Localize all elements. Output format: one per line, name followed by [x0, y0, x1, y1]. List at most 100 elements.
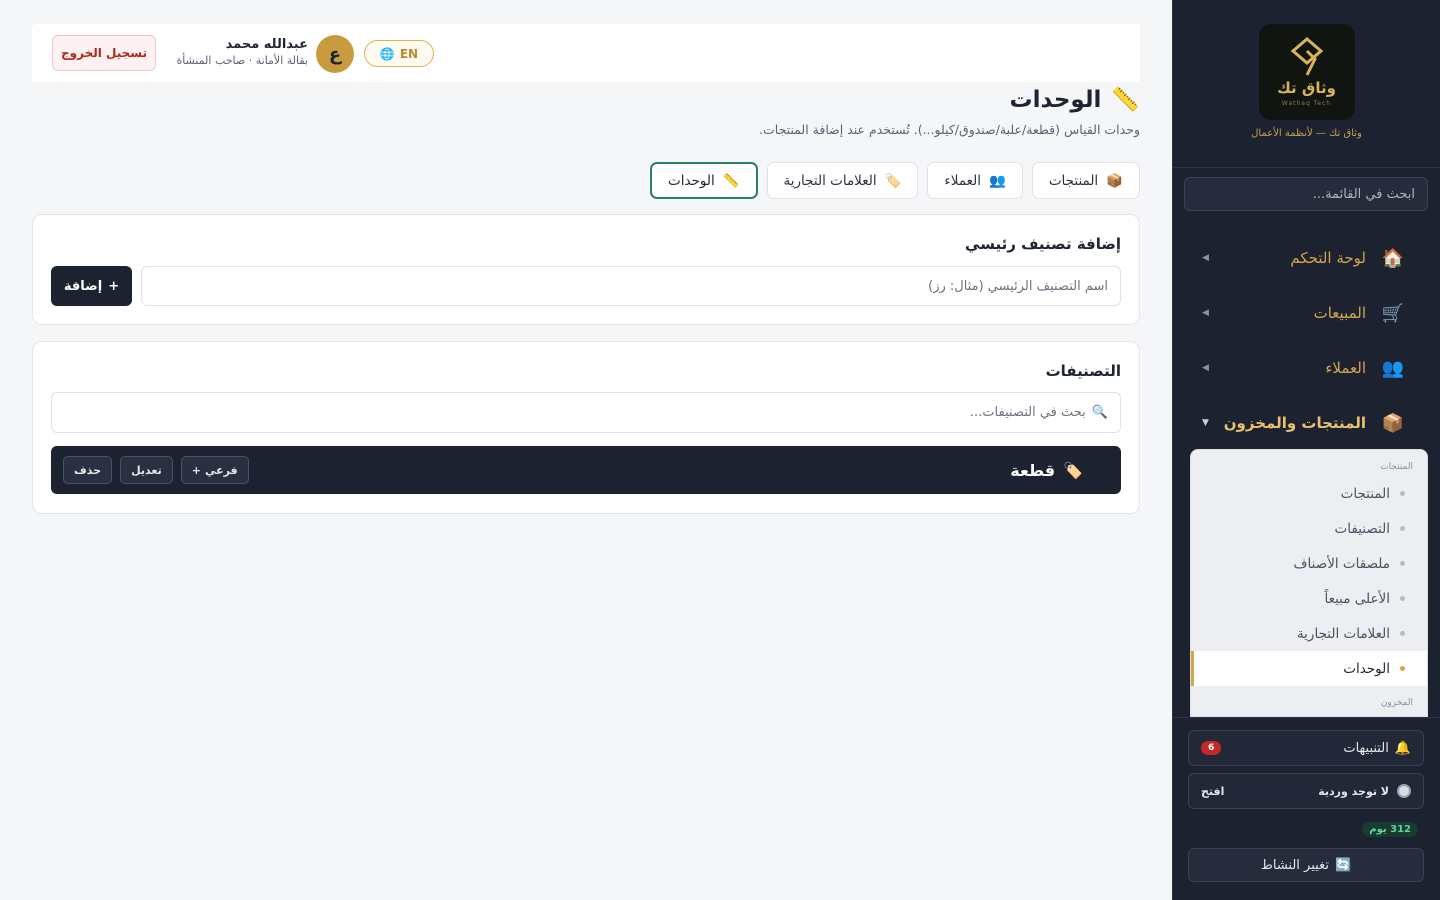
categories-search-placeholder: بحث في التصنيفات... — [969, 405, 1086, 420]
submenu-item-label: الوحدات — [1343, 660, 1390, 677]
products-submenu: المنتجات المنتجات التصنيفات ملصقات الأصن… — [1190, 449, 1428, 717]
bullet-icon — [1400, 596, 1405, 601]
sidebar-item-label: المبيعات — [1313, 304, 1366, 322]
tab-label: الوحدات — [668, 172, 715, 189]
app-logo[interactable]: وثاق تك Wathaq Tech — [1258, 24, 1355, 120]
tab-products[interactable]: 📦 المنتجات — [1031, 162, 1140, 199]
chevron-left-icon: ◀ — [1202, 363, 1209, 373]
sidebar-search-placeholder: ابحث في القائمة... — [1312, 186, 1415, 202]
cart-icon: 🛒 — [1381, 302, 1405, 324]
submenu-item-brands[interactable]: العلامات التجارية — [1191, 616, 1427, 651]
submenu-group-label: المنتجات — [1380, 462, 1413, 472]
sidebar-item-label: لوحة التحكم — [1290, 249, 1366, 267]
shift-status-label: لا توجد وردية — [1318, 784, 1389, 798]
shift-status: لا توجد وردية افتح — [1188, 773, 1424, 809]
ruler-icon: 📏 — [1111, 87, 1140, 113]
users-icon: 👥 — [989, 172, 1006, 189]
notifications-button[interactable]: 🔔 التنبيهات 6 — [1188, 730, 1424, 766]
sidebar-item-products-inventory[interactable]: 📦 المنتجات والمخزون ▼ — [1184, 403, 1428, 443]
submenu-item-label: العلامات التجارية — [1296, 625, 1390, 642]
search-icon: 🔍 — [1091, 405, 1108, 420]
tab-label: العلامات التجارية — [783, 172, 877, 189]
submenu-group-label: المخزون — [1380, 698, 1413, 708]
add-category-button[interactable]: + إضافة — [51, 266, 132, 306]
box-icon: 📦 — [1381, 412, 1405, 434]
tag-icon: 🏷️ — [1063, 460, 1083, 480]
tag-icon: 🏷️ — [884, 172, 902, 189]
add-subcategory-label: فرعي — [204, 463, 238, 477]
submenu-item-best-sellers[interactable]: الأعلى مبيعاً — [1191, 581, 1427, 616]
tab-customers[interactable]: 👥 العملاء — [927, 162, 1023, 199]
bullet-icon — [1400, 666, 1405, 671]
submenu-item-units[interactable]: الوحدات — [1191, 651, 1427, 686]
users-icon: 👥 — [1381, 357, 1405, 379]
category-name-text: قطعة — [1010, 460, 1056, 480]
subscription-days-badge: 312 يوم — [1362, 822, 1418, 837]
submenu-item-item-labels[interactable]: ملصقات الأصناف — [1191, 546, 1427, 581]
logout-button[interactable]: تسجيل الخروج — [52, 35, 156, 71]
globe-icon: 🌐 — [379, 46, 395, 61]
bell-icon: 🔔 — [1394, 740, 1411, 756]
language-toggle-button[interactable]: 🌐 EN — [364, 40, 434, 67]
page-title-text: الوحدات — [1009, 86, 1102, 113]
sidebar-search-input[interactable]: ابحث في القائمة... — [1184, 177, 1428, 211]
tab-label: المنتجات — [1048, 172, 1099, 189]
sidebar-item-customers[interactable]: 👥 العملاء ◀ — [1184, 348, 1428, 388]
bullet-icon — [1400, 526, 1405, 531]
bullet-icon — [1400, 491, 1405, 496]
bullet-icon — [1400, 561, 1405, 566]
plus-icon: + — [108, 278, 120, 294]
categories-search-input[interactable]: 🔍 بحث في التصنيفات... — [51, 392, 1121, 433]
box-icon: 📦 — [1106, 172, 1123, 189]
add-category-title: إضافة تصنيف رئيسي — [965, 235, 1121, 253]
chevron-left-icon: ◀ — [1202, 253, 1209, 263]
switch-activity-label: تغيير النشاط — [1260, 857, 1329, 873]
submenu-item-label: الأعلى مبيعاً — [1324, 590, 1390, 607]
category-row[interactable]: 🏷️ قطعة حذف تعديل + فرعي — [51, 446, 1121, 494]
category-name: 🏷️ قطعة — [249, 461, 1083, 480]
category-actions: حذف تعديل + فرعي — [63, 456, 249, 484]
tab-units[interactable]: 📏 الوحدات — [650, 162, 758, 199]
category-name-placeholder: اسم التصنيف الرئيسي (مثال: رز) — [928, 278, 1108, 294]
logo-mark-icon — [1290, 37, 1323, 76]
sidebar-item-dashboard[interactable]: 🏠 لوحة التحكم ◀ — [1184, 238, 1428, 278]
divider — [1172, 717, 1440, 718]
avatar[interactable]: ع — [316, 35, 354, 73]
switch-activity-button[interactable]: 🔄 تغيير النشاط — [1188, 848, 1424, 882]
open-shift-button[interactable]: افتح — [1201, 785, 1224, 798]
category-name-input[interactable]: اسم التصنيف الرئيسي (مثال: رز) — [141, 266, 1121, 306]
sidebar-item-sales[interactable]: 🛒 المبيعات ◀ — [1184, 293, 1428, 333]
plus-icon: + — [191, 463, 201, 477]
add-subcategory-button[interactable]: + فرعي — [180, 456, 249, 484]
chevron-down-icon: ▼ — [1202, 418, 1209, 428]
bullet-icon — [1400, 631, 1405, 636]
user-role: بقالة الأمانة · صاحب المنشأة — [176, 54, 308, 67]
tab-brands[interactable]: 🏷️ العلامات التجارية — [766, 162, 919, 199]
tab-label: العملاء — [944, 172, 982, 189]
edit-button[interactable]: تعديل — [120, 456, 173, 484]
section-tabs: 📦 المنتجات 👥 العملاء 🏷️ العلامات التجاري… — [650, 162, 1140, 199]
submenu-item-label: المنتجات — [1340, 485, 1390, 502]
logo-name: وثاق تك — [1277, 79, 1336, 97]
chevron-left-icon: ◀ — [1202, 308, 1209, 318]
ruler-icon: 📏 — [722, 172, 740, 189]
submenu-item-label: التصنيفات — [1334, 520, 1390, 537]
home-icon: 🏠 — [1381, 247, 1405, 269]
top-header: تسجيل الخروج عبدالله محمد بقالة الأمانة … — [32, 24, 1140, 82]
notifications-count-badge: 6 — [1201, 741, 1222, 755]
delete-button[interactable]: حذف — [63, 456, 113, 484]
sidebar-item-label: العملاء — [1325, 359, 1366, 377]
brand-area: وثاق تك Wathaq Tech وثاق تك — لأنظمة الأ… — [1173, 0, 1440, 168]
categories-card: التصنيفات 🔍 بحث في التصنيفات... 🏷️ قطعة … — [32, 341, 1140, 514]
logo-subtitle: Wathaq Tech — [1281, 100, 1332, 107]
brand-tagline: وثاق تك — لأنظمة الأعمال — [1251, 128, 1362, 139]
submenu-item-products[interactable]: المنتجات — [1191, 476, 1427, 511]
submenu-item-categories[interactable]: التصنيفات — [1191, 511, 1427, 546]
refresh-icon: 🔄 — [1334, 857, 1352, 873]
user-name: عبدالله محمد — [225, 37, 308, 52]
shift-status-icon — [1397, 784, 1411, 798]
language-label: EN — [399, 46, 419, 61]
categories-title: التصنيفات — [1045, 362, 1121, 380]
add-button-label: إضافة — [63, 278, 103, 294]
sidebar-item-label: المنتجات والمخزون — [1223, 414, 1366, 432]
